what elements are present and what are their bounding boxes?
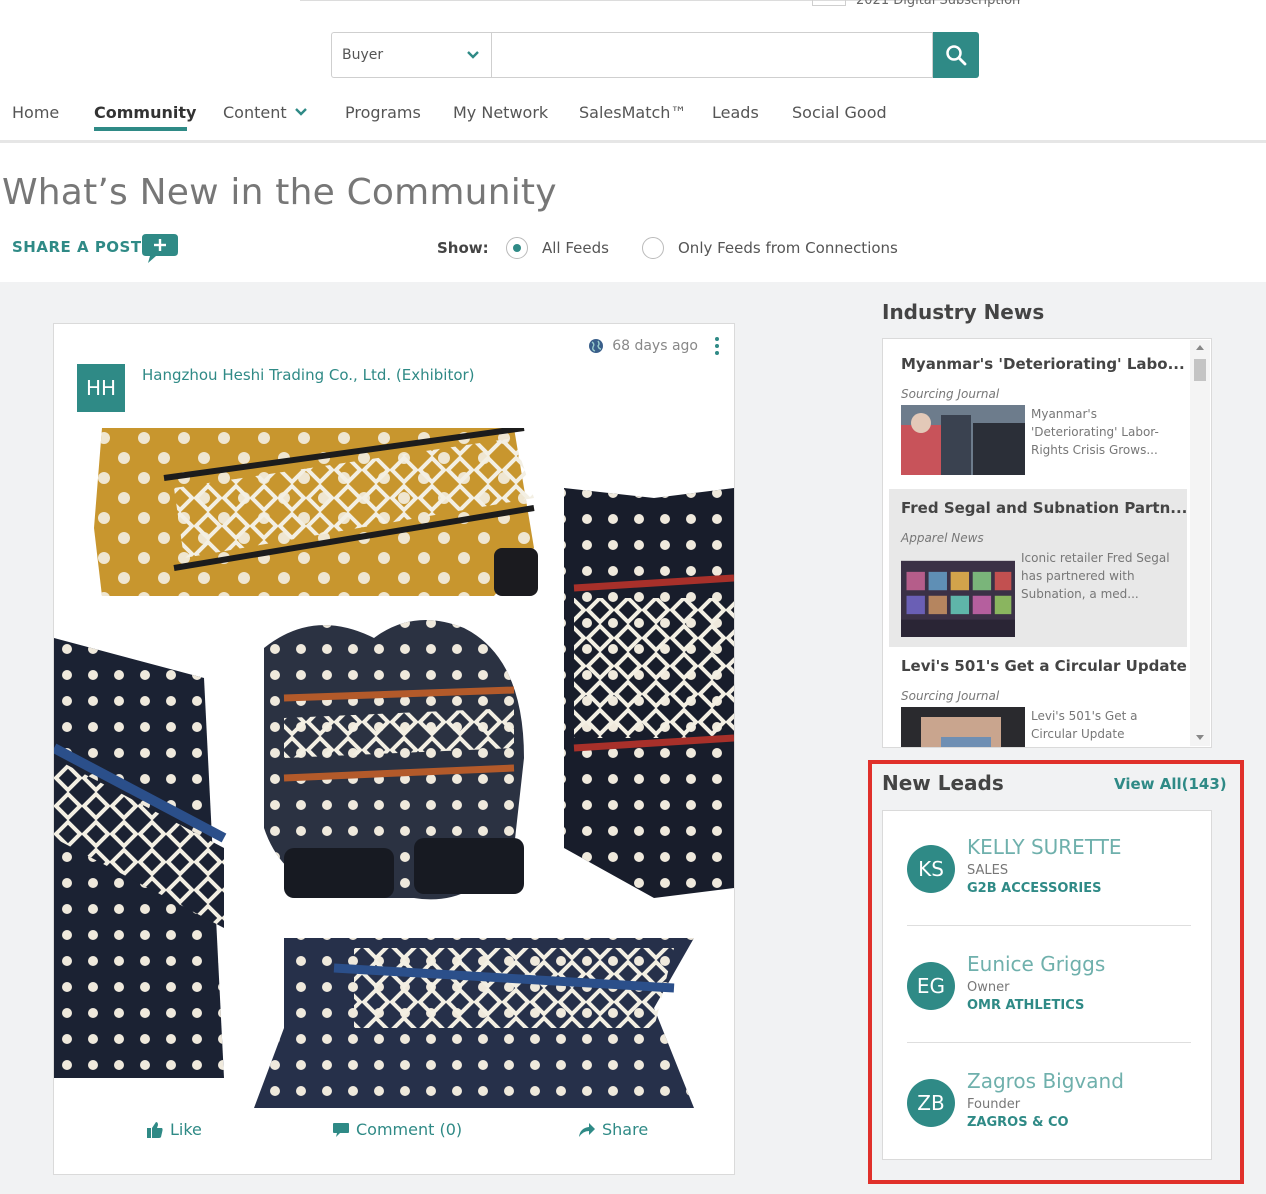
nav-salesmatch[interactable]: SalesMatch™ bbox=[579, 98, 686, 126]
lead-name[interactable]: KELLY SURETTE bbox=[967, 835, 1122, 859]
post-author-link[interactable]: Hangzhou Heshi Trading Co., Ltd. (Exhibi… bbox=[142, 366, 475, 384]
post-time-text: 68 days ago bbox=[612, 338, 698, 354]
news-headline[interactable]: Myanmar's 'Deteriorating' Labo... bbox=[901, 355, 1185, 373]
scroll-up-icon[interactable] bbox=[1196, 345, 1204, 350]
more-options-icon[interactable] bbox=[714, 336, 720, 356]
page-title: What’s New in the Community bbox=[2, 172, 557, 213]
news-item[interactable]: Fred Segal and Subnation Partn... Appare… bbox=[889, 489, 1187, 647]
news-source: Sourcing Journal bbox=[901, 689, 1000, 703]
feed-post: 68 days ago HH Hangzhou Heshi Trading Co… bbox=[53, 323, 735, 1175]
share-arrow-icon bbox=[579, 1122, 595, 1137]
nav-social-good[interactable]: Social Good bbox=[792, 98, 887, 126]
industry-news-title: Industry News bbox=[882, 300, 1045, 324]
share-label: Share bbox=[602, 1120, 649, 1139]
radio-all-feeds-label[interactable]: All Feeds bbox=[542, 239, 609, 257]
author-avatar[interactable]: HH bbox=[77, 364, 125, 412]
search-button[interactable] bbox=[933, 32, 979, 78]
post-timestamp: 68 days ago bbox=[588, 338, 698, 354]
nav-leads[interactable]: Leads bbox=[712, 98, 759, 126]
post-actions: Like Comment (0) Share bbox=[54, 1114, 734, 1154]
add-post-icon[interactable] bbox=[140, 232, 180, 264]
nav-my-network[interactable]: My Network bbox=[453, 98, 548, 126]
lead-avatar[interactable]: EG bbox=[907, 962, 955, 1010]
nav-community[interactable]: Community bbox=[94, 98, 196, 126]
knitted-mittens-image bbox=[54, 428, 734, 1108]
lead-avatar[interactable]: ZB bbox=[907, 1079, 955, 1127]
lead-divider bbox=[907, 925, 1191, 926]
news-excerpt: Myanmar's 'Deteriorating' Labor-Rights C… bbox=[1031, 407, 1159, 457]
search-type-value: Buyer bbox=[342, 47, 384, 63]
news-item[interactable]: Levi's 501's Get a Circular Update Sourc… bbox=[889, 647, 1187, 748]
new-leads-list: KS KELLY SURETTE SALES G2B ACCESSORIES E… bbox=[882, 810, 1212, 1160]
show-label: Show: bbox=[437, 239, 489, 257]
news-source: Sourcing Journal bbox=[901, 387, 1000, 401]
radio-all-feeds[interactable] bbox=[506, 237, 528, 259]
lead-name[interactable]: Eunice Griggs bbox=[967, 952, 1105, 976]
thumbs-up-icon bbox=[147, 1121, 163, 1138]
subscription-label[interactable]: 2021 Digital Subscription bbox=[856, 0, 1020, 8]
comment-icon bbox=[333, 1122, 349, 1137]
search-bar: Buyer bbox=[331, 32, 979, 78]
subscription-thumbnail[interactable] bbox=[812, 0, 846, 6]
new-leads-title: New Leads bbox=[882, 771, 1004, 795]
lead-company[interactable]: OMR ATHLETICS bbox=[967, 998, 1084, 1013]
like-button[interactable]: Like bbox=[146, 1120, 202, 1139]
lead-item[interactable]: ZB Zagros Bigvand Founder ZAGROS & CO bbox=[907, 1045, 1191, 1145]
nav-content[interactable]: Content bbox=[223, 98, 309, 126]
news-headline[interactable]: Levi's 501's Get a Circular Update bbox=[901, 657, 1187, 675]
comment-label: Comment (0) bbox=[356, 1120, 463, 1139]
nav-divider bbox=[0, 140, 1266, 143]
radio-connections-feeds[interactable] bbox=[642, 237, 664, 259]
globe-icon bbox=[589, 339, 604, 353]
nav-home[interactable]: Home bbox=[12, 98, 59, 126]
industry-news-list: Myanmar's 'Deteriorating' Labo... Sourci… bbox=[882, 338, 1212, 748]
search-icon bbox=[946, 45, 967, 66]
post-image[interactable] bbox=[54, 428, 734, 1108]
share-post-link[interactable]: SHARE A POST bbox=[12, 238, 142, 256]
lead-role: Founder bbox=[967, 1097, 1021, 1112]
lead-name[interactable]: Zagros Bigvand bbox=[967, 1069, 1124, 1093]
news-scrollbar-thumb[interactable] bbox=[1194, 359, 1206, 381]
lead-item[interactable]: EG Eunice Griggs Owner OMR ATHLETICS bbox=[907, 928, 1191, 1028]
lead-role: Owner bbox=[967, 980, 1010, 995]
news-scrollbar[interactable] bbox=[1190, 340, 1210, 746]
lead-company[interactable]: G2B ACCESSORIES bbox=[967, 881, 1101, 896]
view-all-leads-link[interactable]: View All(143) bbox=[1114, 775, 1227, 793]
news-thumbnail[interactable] bbox=[901, 707, 1025, 748]
like-label: Like bbox=[170, 1120, 202, 1139]
news-headline[interactable]: Fred Segal and Subnation Partn... bbox=[901, 499, 1187, 517]
news-thumbnail[interactable] bbox=[901, 405, 1025, 475]
lead-role: SALES bbox=[967, 863, 1009, 878]
nav-content-label: Content bbox=[223, 102, 287, 122]
share-button[interactable]: Share bbox=[578, 1120, 648, 1139]
comment-button[interactable]: Comment (0) bbox=[332, 1120, 462, 1139]
radio-connections-feeds-label[interactable]: Only Feeds from Connections bbox=[678, 239, 898, 257]
news-excerpt: Levi's 501's Get a Circular Update bbox=[1031, 709, 1138, 741]
lead-item[interactable]: KS KELLY SURETTE SALES G2B ACCESSORIES bbox=[907, 811, 1191, 911]
search-type-select[interactable]: Buyer bbox=[331, 32, 491, 78]
news-excerpt: Iconic retailer Fred Segal has partnered… bbox=[1021, 551, 1170, 601]
lead-avatar[interactable]: KS bbox=[907, 845, 955, 893]
nav-active-indicator bbox=[94, 127, 187, 131]
nav-programs[interactable]: Programs bbox=[345, 98, 421, 126]
search-input[interactable] bbox=[491, 32, 933, 78]
chevron-down-icon bbox=[467, 51, 479, 59]
lead-company[interactable]: ZAGROS & CO bbox=[967, 1115, 1069, 1130]
news-thumbnail[interactable] bbox=[901, 549, 1015, 637]
news-item[interactable]: Myanmar's 'Deteriorating' Labo... Sourci… bbox=[889, 345, 1187, 485]
lead-divider bbox=[907, 1042, 1191, 1043]
news-source: Apparel News bbox=[901, 531, 984, 545]
scroll-down-icon[interactable] bbox=[1196, 735, 1204, 740]
chevron-down-icon bbox=[294, 108, 307, 116]
